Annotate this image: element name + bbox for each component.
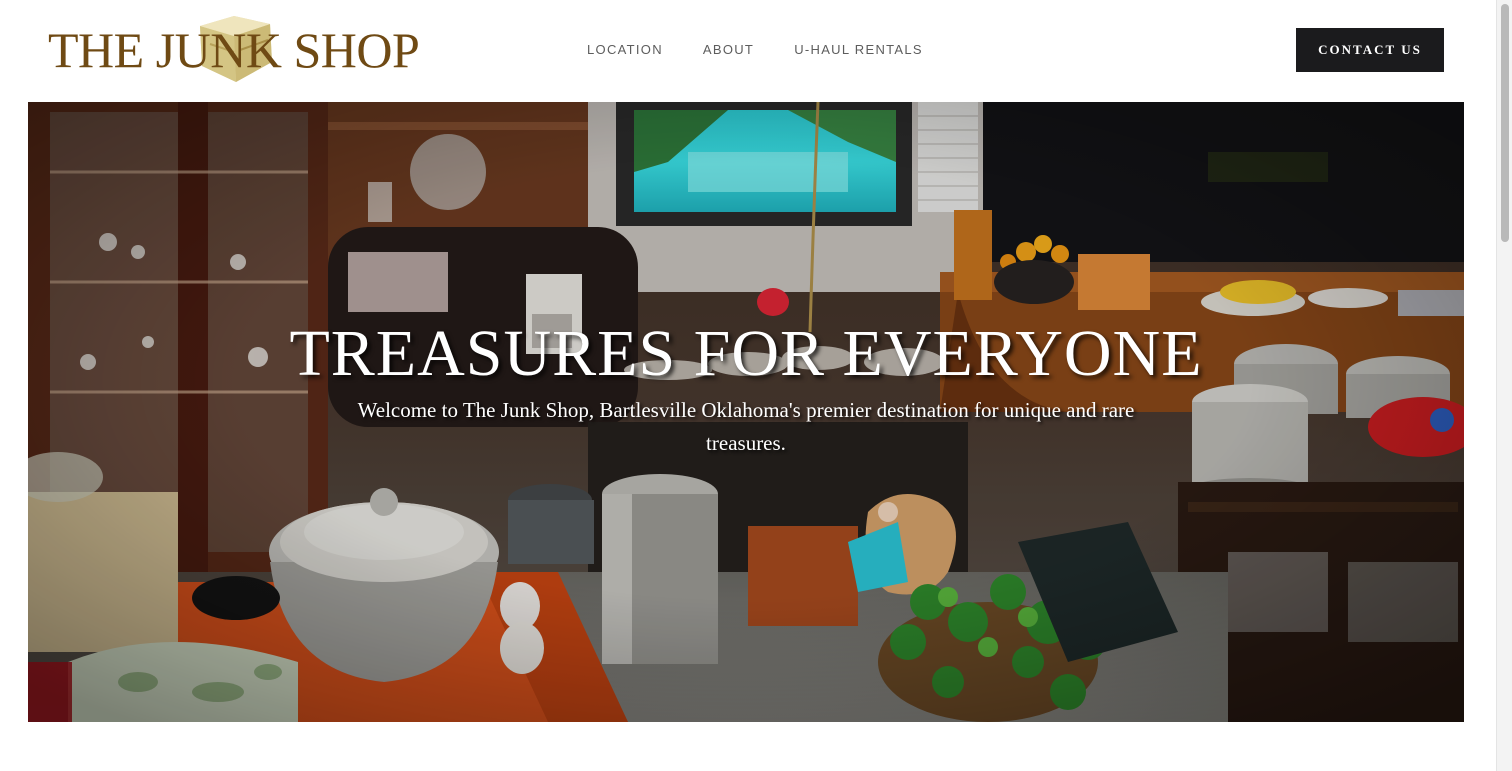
nav-about[interactable]: ABOUT	[703, 42, 754, 58]
page-scrollbar[interactable]	[1496, 0, 1512, 771]
hero-title: TREASURES FOR EVERYONE	[289, 317, 1203, 390]
logo-text: THE JUNK SHOP	[48, 22, 420, 78]
site-header: THE JUNK SHOP LOCATION ABOUT U-HAUL RENT…	[0, 0, 1496, 102]
nav-uhaul-rentals[interactable]: U-HAUL RENTALS	[794, 42, 923, 58]
hero-banner: TREASURES FOR EVERYONE Welcome to The Ju…	[28, 102, 1464, 722]
main-nav: LOCATION ABOUT U-HAUL RENTALS	[587, 42, 923, 58]
contact-us-button[interactable]: CONTACT US	[1296, 28, 1444, 72]
nav-location[interactable]: LOCATION	[587, 42, 663, 58]
hero-subtitle: Welcome to The Junk Shop, Bartlesville O…	[357, 398, 1135, 455]
scrollbar-thumb[interactable]	[1501, 4, 1509, 242]
site-logo[interactable]: THE JUNK SHOP	[48, 14, 428, 86]
